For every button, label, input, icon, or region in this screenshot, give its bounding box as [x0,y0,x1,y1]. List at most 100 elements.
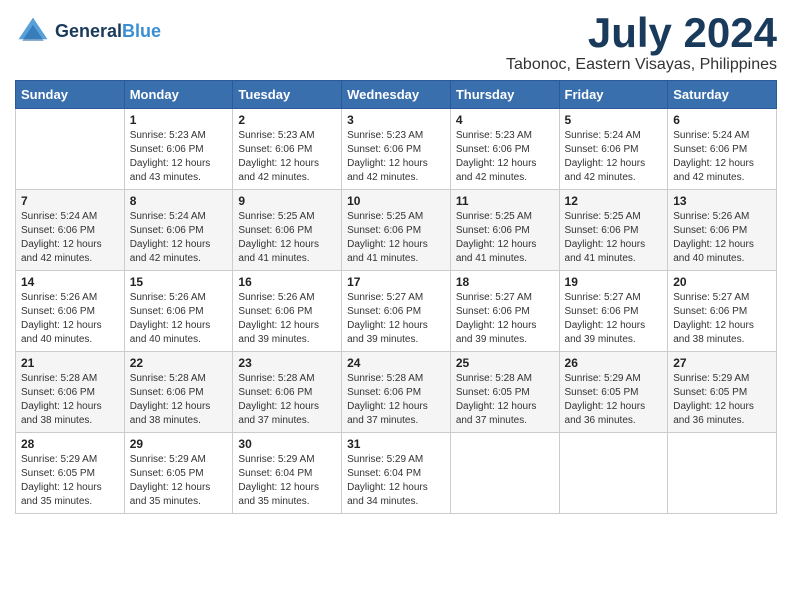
calendar-cell: 21 Sunrise: 5:28 AMSunset: 6:06 PMDayligh… [16,352,125,433]
day-info: Sunrise: 5:29 AMSunset: 6:05 PMDaylight:… [673,372,771,428]
calendar-week-row: 28 Sunrise: 5:29 AMSunset: 6:05 PMDayligh… [16,433,777,514]
title-area: July 2024 Tabonoc, Eastern Visayas, Phil… [506,10,777,74]
day-of-week-header: Saturday [668,81,777,109]
day-info: Sunrise: 5:25 AMSunset: 6:06 PMDaylight:… [456,210,554,266]
day-number: 29 [130,437,228,451]
calendar-header-row: SundayMondayTuesdayWednesdayThursdayFrid… [16,81,777,109]
calendar-cell: 25Sunrise: 5:28 AMSunset: 6:05 PMDayligh… [450,352,559,433]
calendar-cell: 2 Sunrise: 5:23 AMSunset: 6:06 PMDaylight… [233,109,342,190]
day-of-week-header: Friday [559,81,668,109]
calendar-cell: 4 Sunrise: 5:23 AMSunset: 6:06 PMDaylight… [450,109,559,190]
calendar-cell: 31 Sunrise: 5:29 AMSunset: 6:04 PMDayligh… [342,433,451,514]
day-number: 30 [238,437,336,451]
logo-text-line2: Blue [122,21,161,41]
day-info: Sunrise: 5:29 AMSunset: 6:04 PMDaylight:… [238,453,336,509]
day-number: 19 [565,275,663,289]
day-info: Sunrise: 5:23 AMSunset: 6:06 PMDaylight:… [130,129,228,185]
calendar-cell: 30 Sunrise: 5:29 AMSunset: 6:04 PMDayligh… [233,433,342,514]
day-number: 21 [21,356,119,370]
day-number: 9 [238,194,336,208]
day-info: Sunrise: 5:29 AMSunset: 6:05 PMDaylight:… [565,372,663,428]
day-info: Sunrise: 5:23 AMSunset: 6:06 PMDaylight:… [456,129,554,185]
calendar-cell: 7 Sunrise: 5:24 AMSunset: 6:06 PMDaylight… [16,190,125,271]
day-number: 12 [565,194,663,208]
calendar-table: SundayMondayTuesdayWednesdayThursdayFrid… [15,80,777,514]
logo: GeneralBlue [15,14,161,50]
day-info: Sunrise: 5:24 AMSunset: 6:06 PMDaylight:… [21,210,119,266]
calendar-cell: 22 Sunrise: 5:28 AMSunset: 6:06 PMDayligh… [124,352,233,433]
calendar-cell: 6 Sunrise: 5:24 AMSunset: 6:06 PMDaylight… [668,109,777,190]
day-info: Sunrise: 5:23 AMSunset: 6:06 PMDaylight:… [238,129,336,185]
month-year-title: July 2024 [506,10,777,56]
day-number: 1 [130,113,228,127]
day-number: 6 [673,113,771,127]
day-number: 28 [21,437,119,451]
day-number: 7 [21,194,119,208]
header: GeneralBlue July 2024 Tabonoc, Eastern V… [15,10,777,74]
day-info: Sunrise: 5:28 AMSunset: 6:06 PMDaylight:… [21,372,119,428]
day-info: Sunrise: 5:24 AMSunset: 6:06 PMDaylight:… [673,129,771,185]
day-number: 23 [238,356,336,370]
calendar-cell: 20Sunrise: 5:27 AMSunset: 6:06 PMDayligh… [668,271,777,352]
calendar-week-row: 21 Sunrise: 5:28 AMSunset: 6:06 PMDayligh… [16,352,777,433]
calendar-cell: 3Sunrise: 5:23 AMSunset: 6:06 PMDaylight… [342,109,451,190]
calendar-cell: 11Sunrise: 5:25 AMSunset: 6:06 PMDayligh… [450,190,559,271]
day-of-week-header: Thursday [450,81,559,109]
day-info: Sunrise: 5:25 AMSunset: 6:06 PMDaylight:… [347,210,445,266]
calendar-cell: 16 Sunrise: 5:26 AMSunset: 6:06 PMDayligh… [233,271,342,352]
day-of-week-header: Monday [124,81,233,109]
day-info: Sunrise: 5:26 AMSunset: 6:06 PMDaylight:… [21,291,119,347]
day-number: 27 [673,356,771,370]
calendar-cell: 26 Sunrise: 5:29 AMSunset: 6:05 PMDayligh… [559,352,668,433]
calendar-cell: 29 Sunrise: 5:29 AMSunset: 6:05 PMDayligh… [124,433,233,514]
location-subtitle: Tabonoc, Eastern Visayas, Philippines [506,56,777,74]
calendar-cell [16,109,125,190]
day-info: Sunrise: 5:27 AMSunset: 6:06 PMDaylight:… [565,291,663,347]
day-number: 13 [673,194,771,208]
day-info: Sunrise: 5:25 AMSunset: 6:06 PMDaylight:… [238,210,336,266]
day-of-week-header: Tuesday [233,81,342,109]
day-number: 17 [347,275,445,289]
calendar-cell: 14Sunrise: 5:26 AMSunset: 6:06 PMDayligh… [16,271,125,352]
day-number: 15 [130,275,228,289]
day-number: 5 [565,113,663,127]
day-info: Sunrise: 5:27 AMSunset: 6:06 PMDaylight:… [347,291,445,347]
calendar-cell: 15 Sunrise: 5:26 AMSunset: 6:06 PMDayligh… [124,271,233,352]
day-of-week-header: Sunday [16,81,125,109]
calendar-cell: 13Sunrise: 5:26 AMSunset: 6:06 PMDayligh… [668,190,777,271]
day-number: 22 [130,356,228,370]
day-info: Sunrise: 5:29 AMSunset: 6:04 PMDaylight:… [347,453,445,509]
calendar-cell: 5Sunrise: 5:24 AMSunset: 6:06 PMDaylight… [559,109,668,190]
day-number: 4 [456,113,554,127]
calendar-cell: 24Sunrise: 5:28 AMSunset: 6:06 PMDayligh… [342,352,451,433]
day-number: 31 [347,437,445,451]
day-number: 2 [238,113,336,127]
day-number: 20 [673,275,771,289]
day-number: 24 [347,356,445,370]
calendar-cell: 8Sunrise: 5:24 AMSunset: 6:06 PMDaylight… [124,190,233,271]
calendar-cell [668,433,777,514]
day-number: 26 [565,356,663,370]
day-number: 16 [238,275,336,289]
calendar-cell: 1 Sunrise: 5:23 AMSunset: 6:06 PMDaylight… [124,109,233,190]
calendar-cell: 27 Sunrise: 5:29 AMSunset: 6:05 PMDayligh… [668,352,777,433]
calendar-cell [559,433,668,514]
day-info: Sunrise: 5:29 AMSunset: 6:05 PMDaylight:… [130,453,228,509]
calendar-cell [450,433,559,514]
day-info: Sunrise: 5:28 AMSunset: 6:05 PMDaylight:… [456,372,554,428]
calendar-week-row: 1 Sunrise: 5:23 AMSunset: 6:06 PMDaylight… [16,109,777,190]
calendar-cell: 9 Sunrise: 5:25 AMSunset: 6:06 PMDaylight… [233,190,342,271]
day-info: Sunrise: 5:26 AMSunset: 6:06 PMDaylight:… [130,291,228,347]
day-info: Sunrise: 5:27 AMSunset: 6:06 PMDaylight:… [456,291,554,347]
day-of-week-header: Wednesday [342,81,451,109]
calendar-cell: 23Sunrise: 5:28 AMSunset: 6:06 PMDayligh… [233,352,342,433]
day-info: Sunrise: 5:23 AMSunset: 6:06 PMDaylight:… [347,129,445,185]
calendar-week-row: 14Sunrise: 5:26 AMSunset: 6:06 PMDayligh… [16,271,777,352]
day-info: Sunrise: 5:29 AMSunset: 6:05 PMDaylight:… [21,453,119,509]
day-number: 8 [130,194,228,208]
calendar-week-row: 7 Sunrise: 5:24 AMSunset: 6:06 PMDaylight… [16,190,777,271]
calendar-cell: 17 Sunrise: 5:27 AMSunset: 6:06 PMDayligh… [342,271,451,352]
day-info: Sunrise: 5:26 AMSunset: 6:06 PMDaylight:… [238,291,336,347]
calendar-cell: 10Sunrise: 5:25 AMSunset: 6:06 PMDayligh… [342,190,451,271]
day-info: Sunrise: 5:28 AMSunset: 6:06 PMDaylight:… [130,372,228,428]
